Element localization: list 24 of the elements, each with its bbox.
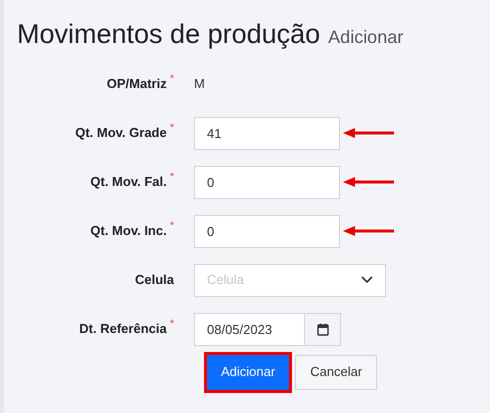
- chevron-down-icon: [361, 276, 373, 284]
- field-value: M: [194, 75, 205, 94]
- field-label: Celula: [134, 271, 174, 290]
- input-field[interactable]: 0: [194, 214, 340, 248]
- required-mark: *: [170, 319, 174, 330]
- cancel-button[interactable]: Cancelar: [295, 354, 378, 390]
- field-label: Qt. Mov. Grade: [75, 124, 167, 142]
- field-label: OP/Matriz: [106, 75, 167, 94]
- input-field[interactable]: 0: [194, 166, 340, 198]
- calendar-button[interactable]: [305, 312, 341, 346]
- page-title: Movimentos de produção: [17, 18, 320, 51]
- select-placeholder: Celula: [207, 271, 244, 290]
- date-field[interactable]: 08/05/2023: [194, 312, 305, 346]
- field-label: Dt. Referência: [79, 320, 167, 338]
- required-mark: *: [170, 74, 174, 86]
- calendar-icon: [316, 322, 328, 336]
- page-subtitle: Adicionar: [328, 26, 404, 49]
- field-label: Qt. Mov. Inc.: [90, 222, 167, 240]
- required-mark: *: [170, 123, 174, 134]
- input-field[interactable]: 41: [194, 116, 340, 150]
- required-mark: *: [170, 221, 174, 232]
- required-mark: *: [170, 172, 174, 184]
- field-label: Qt. Mov. Fal.: [90, 173, 167, 192]
- add-button[interactable]: Adicionar: [207, 354, 290, 390]
